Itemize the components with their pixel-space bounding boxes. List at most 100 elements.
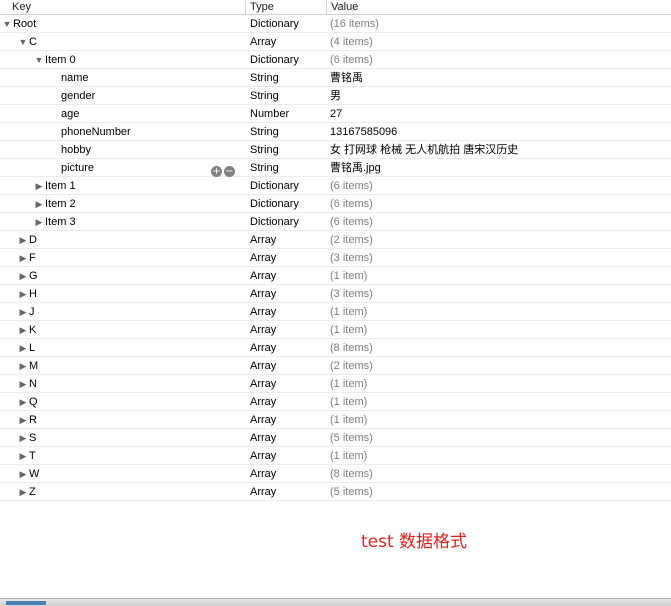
row-type-cell[interactable]: String (250, 141, 279, 159)
row-key-label[interactable]: age (61, 108, 79, 120)
tree-row[interactable]: ▶hobby String 女 打网球 枪械 无人机航拍 唐宋汉历史 (0, 141, 671, 159)
row-key-label[interactable]: D (29, 234, 37, 246)
row-key-label[interactable]: name (61, 72, 89, 84)
row-type-cell[interactable]: String (250, 69, 279, 87)
disclosure-closed-icon[interactable]: ▶ (18, 465, 28, 483)
tree-row[interactable]: ▶phoneNumber String 13167585096 (0, 123, 671, 141)
row-value-cell[interactable]: 女 打网球 枪械 无人机航拍 唐宋汉历史 (330, 141, 518, 159)
disclosure-closed-icon[interactable]: ▶ (18, 393, 28, 411)
row-type-cell[interactable]: Array (250, 465, 276, 483)
row-key-label[interactable]: Item 1 (45, 180, 76, 192)
row-key-label[interactable]: K (29, 324, 36, 336)
row-key-label[interactable]: F (29, 252, 36, 264)
disclosure-closed-icon[interactable]: ▶ (18, 303, 28, 321)
row-key-label[interactable]: G (29, 270, 38, 282)
disclosure-closed-icon[interactable]: ▶ (18, 321, 28, 339)
tree-row[interactable]: ▶ Item 1 Dictionary (6 items) (0, 177, 671, 195)
tree-row[interactable]: ▶ M Array (2 items) (0, 357, 671, 375)
disclosure-open-icon[interactable]: ▼ (2, 15, 12, 33)
tree-row[interactable]: ▶ S Array (5 items) (0, 429, 671, 447)
row-value-cell[interactable]: 曹铭禹.jpg (330, 159, 381, 177)
row-value-cell[interactable]: 27 (330, 105, 342, 123)
disclosure-closed-icon[interactable]: ▶ (18, 411, 28, 429)
add-item-icon[interactable]: + (211, 166, 222, 177)
row-key-label[interactable]: T (29, 450, 36, 462)
tree-row[interactable]: ▶ Z Array (5 items) (0, 483, 671, 501)
row-key-label[interactable]: Root (13, 18, 36, 30)
tree-row[interactable]: ▶picture +− String 曹铭禹.jpg (0, 159, 671, 177)
disclosure-closed-icon[interactable]: ▶ (18, 483, 28, 501)
row-key-label[interactable]: Z (29, 486, 36, 498)
tree-row[interactable]: ▶ D Array (2 items) (0, 231, 671, 249)
row-key-label[interactable]: gender (61, 90, 95, 102)
tree-row[interactable]: ▼ Root Dictionary (16 items) (0, 15, 671, 33)
row-key-label[interactable]: S (29, 432, 36, 444)
row-type-cell[interactable]: Array (250, 357, 276, 375)
row-key-label[interactable]: hobby (61, 144, 91, 156)
disclosure-closed-icon[interactable]: ▶ (18, 285, 28, 303)
row-type-cell[interactable]: Array (250, 267, 276, 285)
disclosure-open-icon[interactable]: ▼ (34, 51, 44, 69)
row-key-label[interactable]: picture (61, 162, 94, 174)
row-value-cell[interactable]: 13167585096 (330, 123, 397, 141)
tree-row[interactable]: ▼ C Array (4 items) (0, 33, 671, 51)
disclosure-closed-icon[interactable]: ▶ (18, 339, 28, 357)
row-type-cell[interactable]: Array (250, 231, 276, 249)
row-type-cell[interactable]: Dictionary (250, 51, 299, 69)
tree-row[interactable]: ▶ R Array (1 item) (0, 411, 671, 429)
row-type-cell[interactable]: Array (250, 33, 276, 51)
row-key-label[interactable]: Item 0 (45, 54, 76, 66)
disclosure-closed-icon[interactable]: ▶ (18, 447, 28, 465)
tree-row[interactable]: ▼ Item 0 Dictionary (6 items) (0, 51, 671, 69)
row-type-cell[interactable]: Array (250, 393, 276, 411)
row-type-cell[interactable]: String (250, 159, 279, 177)
row-type-cell[interactable]: Array (250, 321, 276, 339)
tree-row[interactable]: ▶ N Array (1 item) (0, 375, 671, 393)
tree-row[interactable]: ▶ L Array (8 items) (0, 339, 671, 357)
tree-row[interactable]: ▶ Item 3 Dictionary (6 items) (0, 213, 671, 231)
row-type-cell[interactable]: Array (250, 249, 276, 267)
row-key-label[interactable]: J (29, 306, 35, 318)
tree-row[interactable]: ▶ J Array (1 item) (0, 303, 671, 321)
row-type-cell[interactable]: String (250, 87, 279, 105)
disclosure-closed-icon[interactable]: ▶ (34, 213, 44, 231)
tree-row[interactable]: ▶name String 曹铭禹 (0, 69, 671, 87)
tree-row[interactable]: ▶age Number 27 (0, 105, 671, 123)
row-type-cell[interactable]: Dictionary (250, 213, 299, 231)
tree-row[interactable]: ▶ T Array (1 item) (0, 447, 671, 465)
row-type-cell[interactable]: Dictionary (250, 15, 299, 33)
disclosure-closed-icon[interactable]: ▶ (34, 195, 44, 213)
row-key-label[interactable]: N (29, 378, 37, 390)
tree-row[interactable]: ▶ Item 2 Dictionary (6 items) (0, 195, 671, 213)
row-type-cell[interactable]: Array (250, 411, 276, 429)
row-type-cell[interactable]: Array (250, 375, 276, 393)
disclosure-closed-icon[interactable]: ▶ (18, 249, 28, 267)
tree-row[interactable]: ▶gender String 男 (0, 87, 671, 105)
row-key-label[interactable]: R (29, 414, 37, 426)
tree-row[interactable]: ▶ K Array (1 item) (0, 321, 671, 339)
tree-row[interactable]: ▶ F Array (3 items) (0, 249, 671, 267)
row-key-label[interactable]: Item 2 (45, 198, 76, 210)
row-value-cell[interactable]: 男 (330, 87, 341, 105)
row-key-label[interactable]: Item 3 (45, 216, 76, 228)
row-key-label[interactable]: L (29, 342, 35, 354)
row-key-label[interactable]: C (29, 36, 37, 48)
row-type-cell[interactable]: Array (250, 483, 276, 501)
row-type-cell[interactable]: Array (250, 339, 276, 357)
row-type-cell[interactable]: Dictionary (250, 177, 299, 195)
row-key-label[interactable]: Q (29, 396, 38, 408)
disclosure-closed-icon[interactable]: ▶ (18, 357, 28, 375)
row-type-cell[interactable]: Array (250, 285, 276, 303)
disclosure-closed-icon[interactable]: ▶ (18, 375, 28, 393)
row-type-cell[interactable]: Array (250, 303, 276, 321)
remove-item-icon[interactable]: − (224, 166, 235, 177)
row-type-cell[interactable]: Array (250, 447, 276, 465)
disclosure-open-icon[interactable]: ▼ (18, 33, 28, 51)
disclosure-closed-icon[interactable]: ▶ (18, 429, 28, 447)
tree-row[interactable]: ▶ W Array (8 items) (0, 465, 671, 483)
row-type-cell[interactable]: Dictionary (250, 195, 299, 213)
key-column-header[interactable]: Key (0, 0, 245, 14)
type-column-header[interactable]: Type (245, 0, 326, 14)
tree-row[interactable]: ▶ H Array (3 items) (0, 285, 671, 303)
disclosure-closed-icon[interactable]: ▶ (18, 267, 28, 285)
